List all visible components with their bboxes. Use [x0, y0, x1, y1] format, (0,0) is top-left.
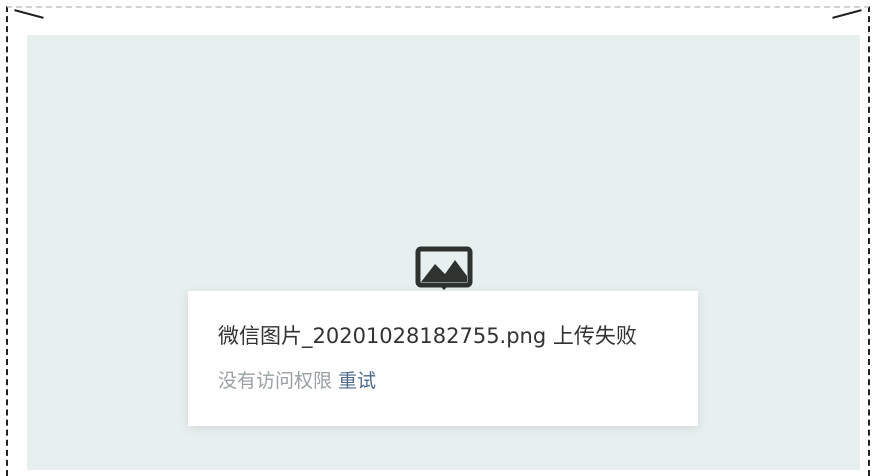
retry-link[interactable]: 重试 [338, 370, 376, 392]
file-name: 微信图片_20201028182755.png [218, 324, 547, 348]
upload-error-detail: 没有访问权限 重试 [218, 367, 668, 395]
upload-status: 上传失败 [552, 324, 637, 348]
upload-error-popup: 微信图片_20201028182755.png 上传失败 没有访问权限 重试 [188, 291, 698, 426]
image-placeholder-icon [415, 246, 473, 290]
upload-error-title: 微信图片_20201028182755.png 上传失败 [218, 321, 668, 351]
error-reason: 没有访问权限 [218, 370, 333, 392]
